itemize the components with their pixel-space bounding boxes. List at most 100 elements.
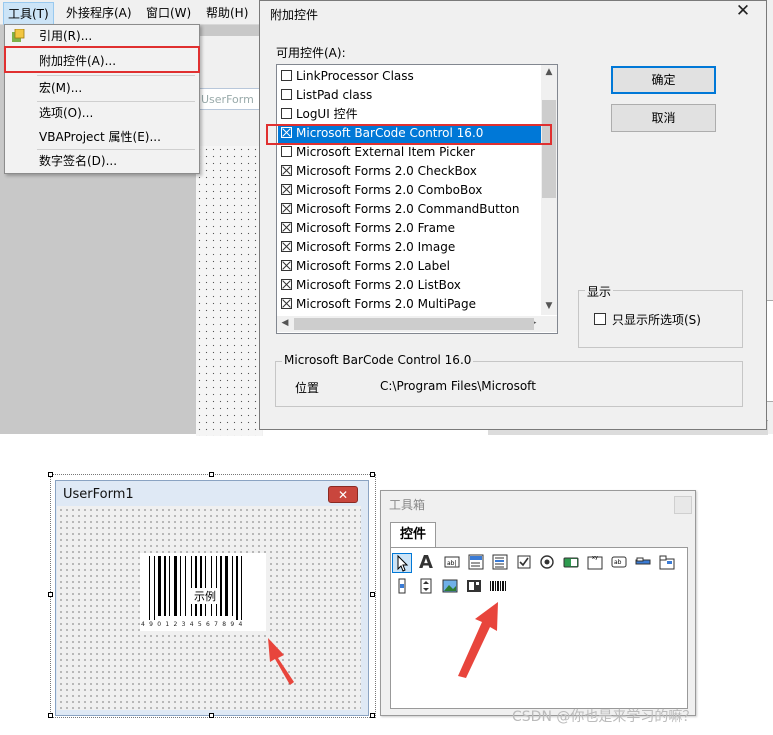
menu-item-options[interactable]: 选项(O)... — [5, 102, 197, 124]
userform-close-icon[interactable]: ✕ — [328, 486, 358, 503]
barcode-bar — [158, 556, 161, 616]
scroll-left-icon[interactable]: ◀ — [277, 318, 293, 328]
scroll-down-icon[interactable]: ▼ — [541, 301, 557, 311]
togglebutton-tool-icon[interactable] — [561, 553, 581, 573]
checked-checkbox-icon[interactable] — [281, 184, 292, 195]
label-tool-icon[interactable]: A — [416, 553, 436, 573]
list-item[interactable]: ListPad class — [278, 86, 542, 105]
resize-handle[interactable] — [370, 592, 375, 597]
show-selected-only-option[interactable]: 只显示所选项(S) — [594, 311, 701, 328]
toolbox-close-icon[interactable] — [674, 496, 692, 514]
list-item-label: Microsoft Forms 2.0 CommandButton — [296, 202, 520, 216]
checkbox-icon[interactable] — [281, 146, 292, 157]
checkbox-icon[interactable] — [281, 108, 292, 119]
checked-checkbox-icon[interactable] — [281, 279, 292, 290]
checked-checkbox-icon[interactable] — [281, 260, 292, 271]
barcode-bar — [169, 556, 170, 616]
checkbox-icon[interactable] — [594, 313, 606, 325]
userform-title: UserForm1 — [63, 487, 134, 502]
background-form-grid — [196, 146, 262, 436]
barcode-digits: 4 9 0 1 2 3 4 5 6 7 8 9 4 — [141, 621, 244, 628]
menu-addins[interactable]: 外接程序(A) — [66, 4, 132, 21]
textbox-tool-icon[interactable]: ab| — [442, 553, 462, 573]
image-tool-icon[interactable] — [440, 577, 460, 597]
resize-handle[interactable] — [48, 472, 53, 477]
available-controls-list[interactable]: LinkProcessor Class ListPad class LogUI … — [276, 64, 558, 334]
tabstrip-tool-icon[interactable] — [633, 553, 653, 573]
checked-checkbox-icon[interactable] — [281, 298, 292, 309]
checked-checkbox-icon[interactable] — [281, 222, 292, 233]
commandbutton-tool-icon[interactable]: ab — [609, 553, 629, 573]
tab-controls[interactable]: 控件 — [390, 522, 436, 548]
menu-item-macros[interactable]: 宏(M)... — [5, 77, 197, 99]
list-item[interactable]: LogUI 控件 — [278, 105, 542, 124]
menu-window[interactable]: 窗口(W) — [146, 4, 191, 21]
menu-separator — [37, 75, 195, 76]
spinbutton-tool-icon[interactable] — [416, 577, 436, 597]
list-item-label: ListPad class — [296, 88, 373, 102]
resize-handle[interactable] — [48, 713, 53, 718]
select-objects-tool-icon[interactable] — [392, 553, 412, 573]
resize-handle[interactable] — [370, 472, 375, 477]
combobox-tool-icon[interactable] — [466, 553, 486, 573]
list-item[interactable]: Microsoft Forms 2.0 CommandButton — [278, 200, 542, 219]
menu-tools[interactable]: 工具(T) — [3, 2, 54, 25]
checkbox-tool-icon[interactable] — [514, 553, 534, 573]
optionbutton-tool-icon[interactable] — [537, 553, 557, 573]
menu-item-digital-signature[interactable]: 数字签名(D)... — [5, 150, 197, 172]
scroll-up-icon[interactable]: ▲ — [541, 67, 557, 77]
svg-text:ab: ab — [614, 559, 622, 566]
barcode-bar — [180, 556, 181, 616]
list-item[interactable]: Microsoft Forms 2.0 Label — [278, 257, 542, 276]
multipage-tool-icon[interactable] — [657, 553, 677, 573]
list-item-label: Microsoft Forms 2.0 CheckBox — [296, 164, 477, 178]
list-item-label: Microsoft External Item Picker — [296, 145, 475, 159]
barcode-bar — [220, 556, 222, 616]
barcode-bar — [241, 556, 242, 620]
close-icon[interactable]: ✕ — [734, 2, 752, 20]
list-item[interactable]: Microsoft Forms 2.0 CheckBox — [278, 162, 542, 181]
show-group-label: 显示 — [585, 283, 614, 300]
red-arrow-icon — [458, 602, 498, 678]
vbe-menubar: 工具(T) 外接程序(A) 窗口(W) 帮助(H) — [0, 0, 262, 25]
barcode-bar — [232, 556, 233, 616]
checkbox-icon[interactable] — [281, 70, 292, 81]
list-item[interactable]: LinkProcessor Class — [278, 67, 542, 86]
barcode-bar — [211, 556, 212, 616]
list-item[interactable]: Microsoft External Item Picker — [278, 143, 542, 162]
barcode-sample-label: 示例 — [190, 588, 220, 604]
resize-handle[interactable] — [209, 472, 214, 477]
list-item[interactable]: Microsoft Forms 2.0 ListBox — [278, 276, 542, 295]
menu-item-references[interactable]: 引用(R)... — [5, 25, 197, 47]
checked-checkbox-icon[interactable] — [281, 241, 292, 252]
resize-handle[interactable] — [370, 713, 375, 718]
scrollbar-tool-icon[interactable] — [392, 577, 412, 597]
list-item-label: LinkProcessor Class — [296, 69, 414, 83]
show-selected-only-label: 只显示所选项(S) — [612, 313, 701, 327]
frame-tool-icon[interactable]: xy — [585, 553, 605, 573]
listbox-tool-icon[interactable] — [490, 553, 510, 573]
control-info-title: Microsoft BarCode Control 16.0 — [282, 353, 474, 367]
horizontal-scroll-thumb[interactable] — [294, 318, 534, 330]
menu-help[interactable]: 帮助(H) — [206, 4, 248, 21]
barcode-bar — [191, 556, 192, 616]
cancel-button[interactable]: 取消 — [611, 104, 716, 132]
checked-checkbox-icon[interactable] — [281, 165, 292, 176]
list-item[interactable]: Microsoft Forms 2.0 Frame — [278, 219, 542, 238]
checked-checkbox-icon[interactable] — [281, 203, 292, 214]
checkbox-icon[interactable] — [281, 89, 292, 100]
list-item[interactable]: Microsoft Forms 2.0 ComboBox — [278, 181, 542, 200]
list-item-label: LogUI 控件 — [296, 107, 358, 121]
resize-handle[interactable] — [209, 713, 214, 718]
resize-handle[interactable] — [48, 592, 53, 597]
list-item[interactable]: Microsoft Forms 2.0 MultiPage — [278, 295, 542, 314]
dialog-title: 附加控件 — [270, 8, 319, 22]
vertical-scroll-thumb[interactable] — [542, 100, 556, 198]
refedit-tool-icon[interactable] — [464, 577, 484, 597]
ok-button[interactable]: 确定 — [611, 66, 716, 94]
background-userform-tab: UserForm — [196, 88, 262, 110]
list-item[interactable]: Microsoft Forms 2.0 Image — [278, 238, 542, 257]
list-item-label: Microsoft Forms 2.0 ListBox — [296, 278, 461, 292]
menu-item-project-properties[interactable]: VBAProject 属性(E)... — [5, 126, 197, 148]
barcode-tool-icon[interactable] — [488, 577, 508, 597]
